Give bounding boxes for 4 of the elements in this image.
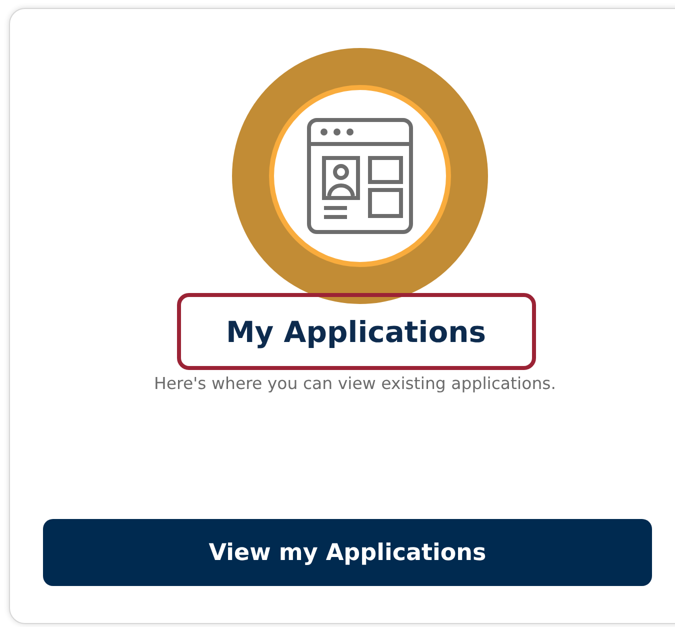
card-title: My Applications [226,314,486,348]
card-description: Here's where you can view existing applications. [154,374,556,393]
view-applications-button[interactable]: View my Applications [43,519,652,586]
browser-profile-icon [307,118,413,234]
